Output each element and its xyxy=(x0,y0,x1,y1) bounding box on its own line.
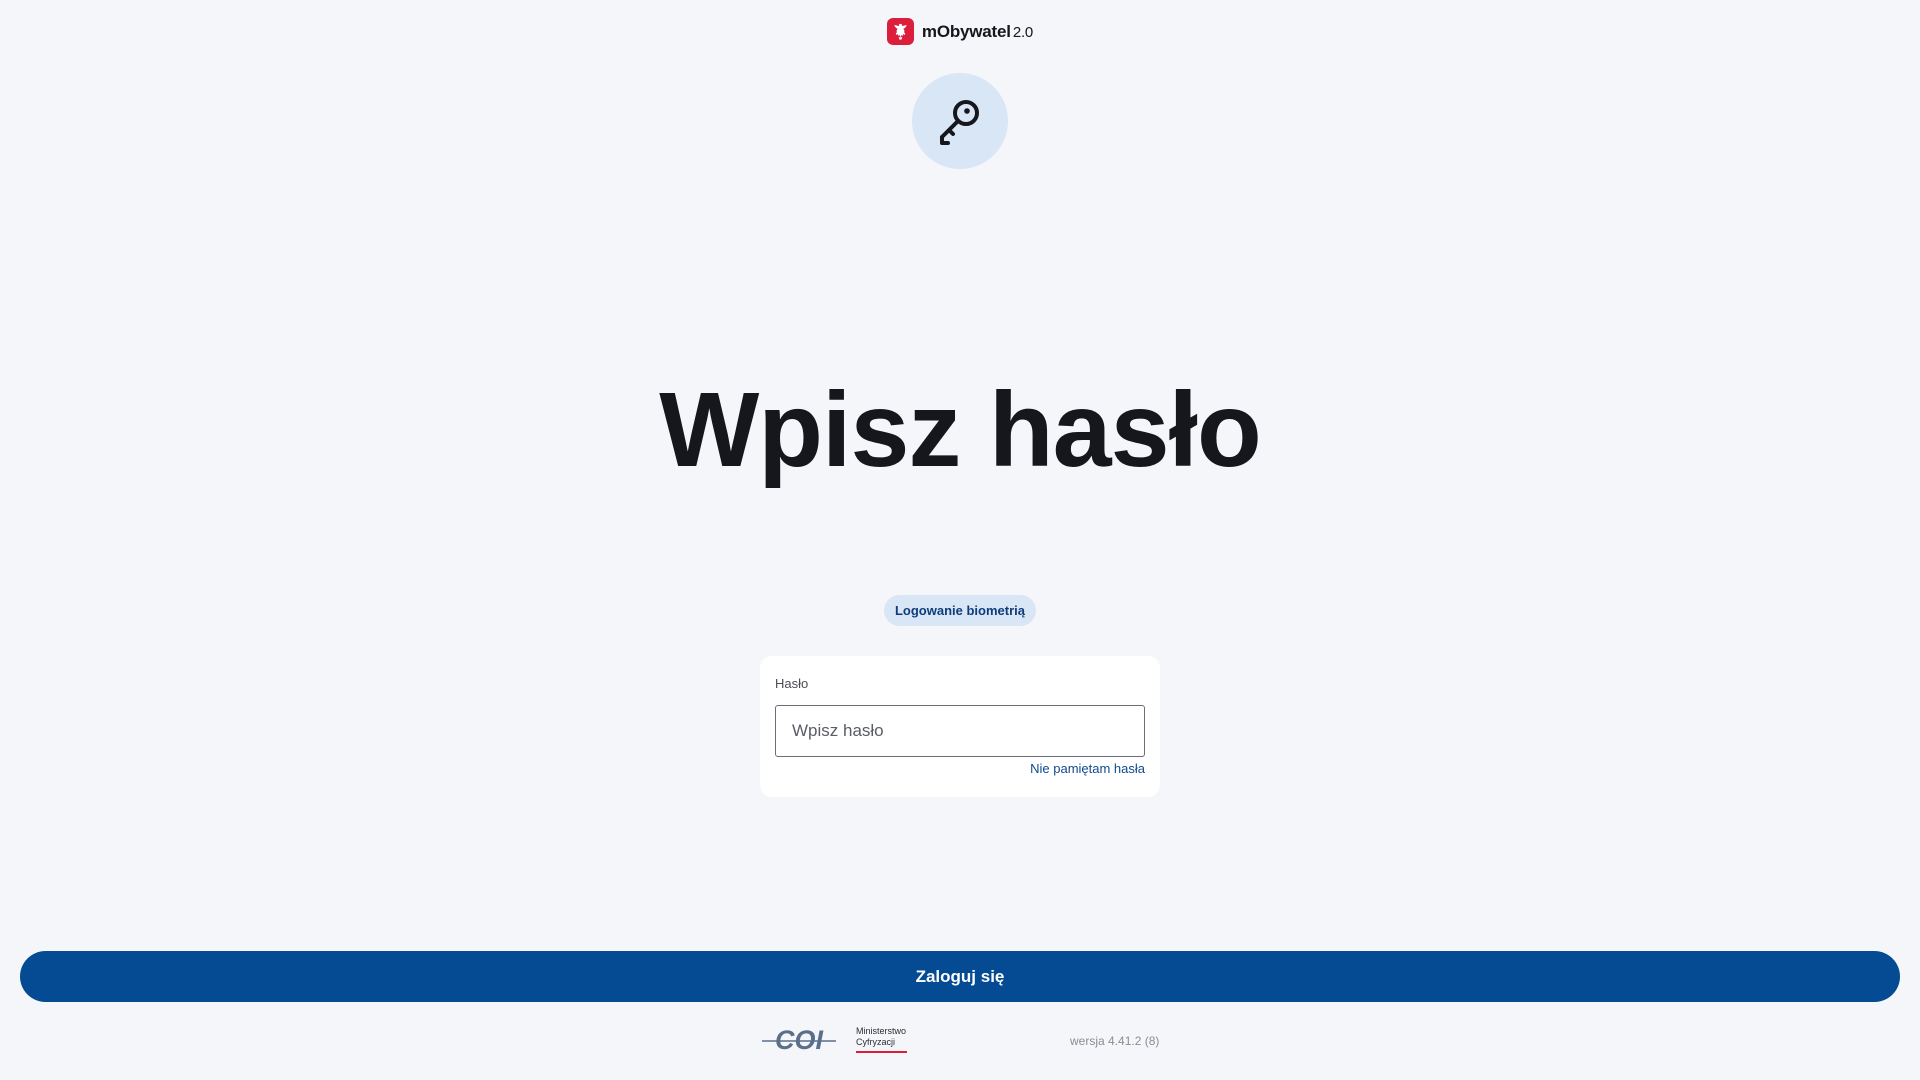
key-icon-badge xyxy=(912,73,1008,169)
password-label: Hasło xyxy=(775,676,809,691)
coi-logo-text: COI xyxy=(775,1025,824,1055)
ministry-logo: Ministerstwo Cyfryzacji xyxy=(856,1026,912,1056)
key-icon xyxy=(940,100,979,145)
password-input[interactable] xyxy=(775,705,1145,757)
login-button[interactable]: Zaloguj się xyxy=(20,951,1900,1002)
ministry-underline xyxy=(856,1051,907,1053)
coi-logo: COI xyxy=(762,1025,836,1055)
app-version: 2.0 xyxy=(1012,23,1034,41)
ministry-line-2: Cyfryzacji xyxy=(856,1037,896,1047)
page-title: Wpisz hasło xyxy=(659,371,1262,489)
eagle-emblem-icon xyxy=(886,18,914,45)
version-text: wersja 4.41.2 (8) xyxy=(1070,1034,1160,1048)
app-name: mObywatel 2.0 xyxy=(921,21,1034,41)
forgot-password-link[interactable]: Nie pamiętam hasła xyxy=(1030,761,1145,776)
app-header: mObywatel 2.0 xyxy=(0,18,1920,45)
password-card: Hasło Nie pamiętam hasła xyxy=(760,656,1160,797)
biometric-login-button[interactable]: Logowanie biometrią xyxy=(884,595,1036,626)
ministry-line-1: Ministerstwo xyxy=(856,1026,907,1036)
